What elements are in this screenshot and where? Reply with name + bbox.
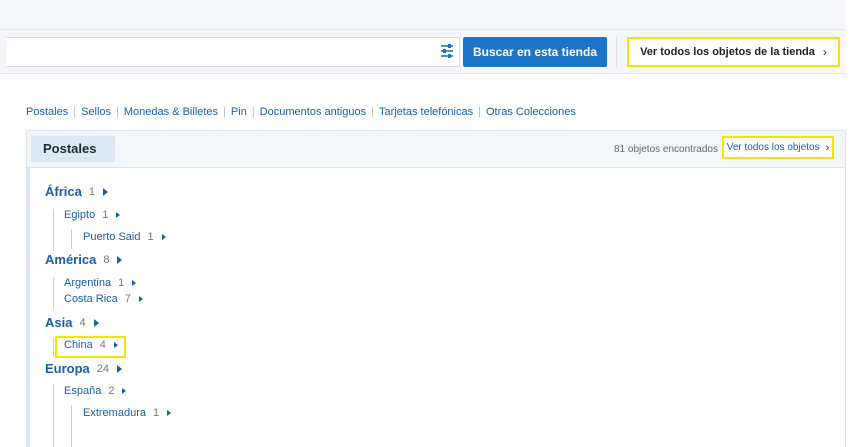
search-store-button[interactable]: Buscar en esta tienda xyxy=(463,37,607,67)
tree-item-label: Costa Rica xyxy=(64,293,118,305)
caret-right-icon xyxy=(102,187,108,196)
tree-item-count: 1 xyxy=(118,277,125,289)
category-link-documentos-antiguos[interactable]: Documentos antiguos xyxy=(260,106,366,118)
caret-right-icon xyxy=(113,342,118,348)
top-strip xyxy=(0,0,845,30)
tree-item-count: 1 xyxy=(152,407,160,419)
divider: | xyxy=(73,106,77,118)
category-nav: Postales | Sellos | Monedas & Billetes | Pin | D… xyxy=(26,106,576,118)
view-all-items-link[interactable]: Ver todos los objetos › xyxy=(722,136,834,159)
tree-item-extremadura[interactable]: Extremadura 1 xyxy=(83,407,172,419)
tree-item-argentina[interactable]: Argentina 1 xyxy=(64,277,137,289)
category-link-pin[interactable]: Pin xyxy=(231,106,247,118)
caret-right-icon xyxy=(138,296,143,302)
tree-connector xyxy=(53,337,54,357)
tree-item-costa-rica[interactable]: Costa Rica 7 xyxy=(64,293,143,305)
caret-right-icon xyxy=(122,388,127,394)
category-panel: Postales 81 objetos encontrados Ver todo… xyxy=(26,130,846,447)
divider: | xyxy=(251,106,255,118)
tree-line xyxy=(27,168,30,447)
divider: | xyxy=(371,106,374,118)
tree-item-count: 1 xyxy=(147,231,154,243)
view-all-store-label: Ver todos los objetos de la tienda xyxy=(640,46,815,58)
tree-item-puerto-said[interactable]: Puerto Said 1 xyxy=(83,231,166,243)
search-input[interactable] xyxy=(6,37,460,67)
tree-item-count: 7 xyxy=(124,293,131,305)
tree-item-label: Egipto xyxy=(64,209,96,221)
divider: | xyxy=(223,106,226,118)
tree-item-count: 1 xyxy=(102,209,109,221)
tree-item-label: América xyxy=(45,252,97,267)
category-link-sellos[interactable]: Sellos xyxy=(81,106,111,118)
tree-item-count: 4 xyxy=(99,339,106,351)
tree-item-label: Europa xyxy=(45,361,90,376)
caret-right-icon xyxy=(117,255,123,264)
category-link-otras-colecciones[interactable]: Otras Colecciones xyxy=(486,106,576,118)
chevron-right-icon: › xyxy=(822,45,827,59)
caret-right-icon xyxy=(132,280,137,286)
tree-item-africa[interactable]: África 1 xyxy=(45,184,108,199)
tree-item-egipto[interactable]: Egipto 1 xyxy=(64,209,121,221)
tree-item-count: 2 xyxy=(108,385,115,397)
category-link-monedas-billetes[interactable]: Monedas & Billetes xyxy=(124,106,218,118)
caret-right-icon xyxy=(167,410,172,416)
panel-header: Postales 81 objetos encontrados Ver todo… xyxy=(27,131,845,168)
sliders-icon[interactable] xyxy=(437,41,457,61)
panel-title: Postales xyxy=(31,136,115,162)
divider xyxy=(616,36,617,68)
caret-right-icon xyxy=(117,364,123,373)
tree-item-america[interactable]: América 8 xyxy=(45,252,123,267)
tree-connector xyxy=(71,405,72,447)
chevron-right-icon: › xyxy=(825,141,830,154)
tree-item-label: Asia xyxy=(45,315,73,330)
tree-item-label: África xyxy=(45,184,82,199)
tree-connector xyxy=(53,209,54,251)
view-all-store-items-button[interactable]: Ver todos los objetos de la tienda › xyxy=(627,37,840,67)
tree-item-label: España xyxy=(64,385,102,397)
category-link-tarjetas-telefonicas[interactable]: Tarjetas telefónicas xyxy=(379,106,473,118)
caret-right-icon xyxy=(93,318,99,327)
tree-item-espana[interactable]: España 2 xyxy=(64,385,127,397)
tree-item-label: Puerto Said xyxy=(83,231,141,243)
tree-item-count: 4 xyxy=(79,316,86,329)
tree-item-count: 8 xyxy=(103,253,110,266)
tree-item-china[interactable]: China 4 xyxy=(64,339,118,351)
tree-item-label: China xyxy=(64,339,93,351)
tree-item-europa[interactable]: Europa 24 xyxy=(45,361,123,376)
category-link-postales[interactable]: Postales xyxy=(26,106,68,118)
divider: | xyxy=(116,106,119,118)
caret-right-icon xyxy=(116,212,121,218)
tree-connector xyxy=(71,229,72,249)
tree-connector xyxy=(53,277,54,309)
tree-item-count: 24 xyxy=(96,362,110,375)
divider: | xyxy=(478,106,481,118)
tree-item-count: 1 xyxy=(88,185,95,198)
tree-item-asia[interactable]: Asia 4 xyxy=(45,315,99,330)
tree-connector xyxy=(53,384,54,447)
tree-item-label: Argentina xyxy=(64,277,112,289)
view-all-items-label: Ver todos los objetos xyxy=(726,142,820,153)
search-bar: Buscar en esta tienda Ver todos los obje… xyxy=(0,30,845,74)
items-found-count: 81 objetos encontrados xyxy=(614,144,718,155)
caret-right-icon xyxy=(161,234,166,240)
tree-item-label: Extremadura xyxy=(83,407,146,419)
